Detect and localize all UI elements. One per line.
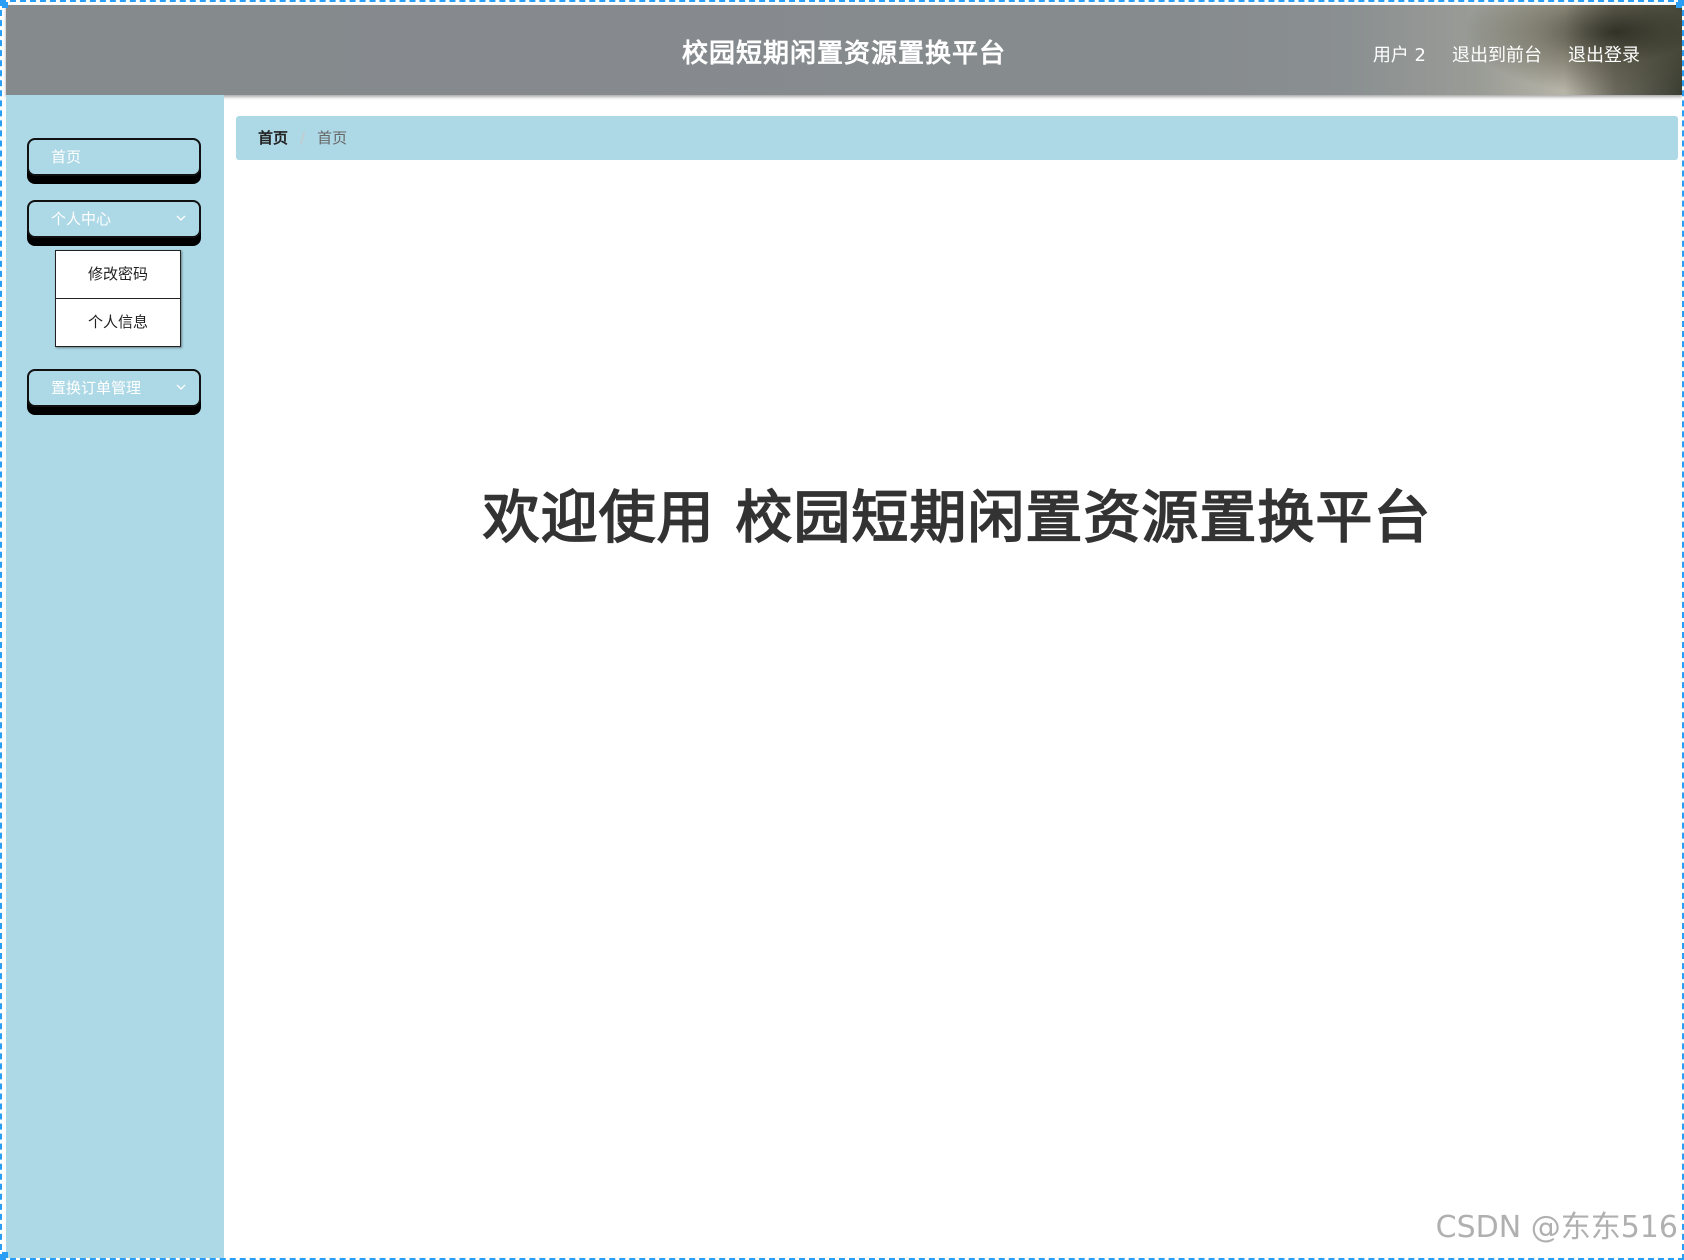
sidebar-item-label: 首页 — [51, 148, 82, 166]
sidebar: 首页 个人中心 修改密码 个人信息 置换订单管理 — [6, 95, 224, 1258]
selection-handle — [1676, 2, 1682, 8]
header-links: 用户 2 退出到前台 退出登录 — [1373, 41, 1640, 67]
watermark: CSDN @东东516 — [1435, 1210, 1678, 1245]
breadcrumb: 首页 / 首页 — [236, 116, 1678, 160]
sidebar-item-personal-center[interactable]: 个人中心 — [27, 200, 201, 238]
sidebar-item-exchange-orders[interactable]: 置换订单管理 — [27, 369, 201, 407]
submenu-item-personal-info[interactable]: 个人信息 — [56, 298, 180, 346]
logout-link[interactable]: 退出登录 — [1568, 41, 1640, 67]
current-user-link[interactable]: 用户 2 — [1373, 41, 1426, 67]
top-header: 校园短期闲置资源置换平台 用户 2 退出到前台 退出登录 — [6, 5, 1682, 95]
submenu-item-change-password[interactable]: 修改密码 — [56, 251, 180, 298]
sidebar-item-label: 置换订单管理 — [51, 379, 142, 397]
welcome-heading: 欢迎使用 校园短期闲置资源置换平台 — [482, 485, 1432, 551]
sidebar-item-label: 个人中心 — [51, 210, 112, 228]
back-to-front-link[interactable]: 退出到前台 — [1452, 41, 1542, 67]
selection-handle — [2, 1252, 8, 1258]
personal-center-submenu: 修改密码 个人信息 — [55, 250, 181, 347]
sidebar-item-home[interactable]: 首页 — [27, 138, 201, 176]
breadcrumb-separator: / — [300, 129, 306, 147]
breadcrumb-home[interactable]: 首页 — [258, 129, 288, 147]
selection-handle — [2, 2, 8, 8]
chevron-down-icon — [175, 202, 187, 236]
chevron-down-icon — [175, 371, 187, 405]
breadcrumb-current: 首页 — [317, 129, 348, 147]
app-window: 校园短期闲置资源置换平台 用户 2 退出到前台 退出登录 首页 个人中心 修改密… — [0, 0, 1684, 1260]
